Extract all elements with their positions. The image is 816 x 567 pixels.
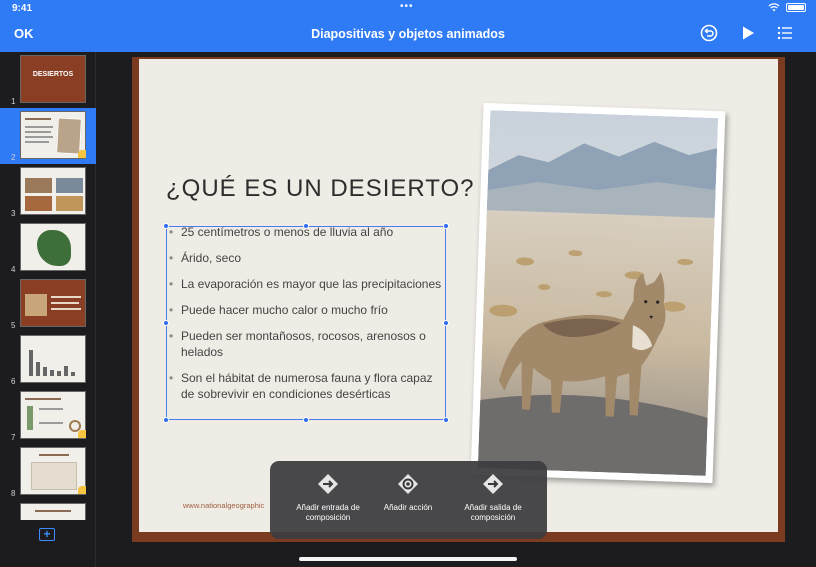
slide-title[interactable]: ¿QUÉ ES UN DESIERTO?: [166, 175, 475, 203]
build-in-icon: [318, 474, 338, 494]
slide-number: 8: [11, 489, 16, 498]
animation-marker: [78, 150, 86, 158]
thumbnail-image: [20, 279, 86, 327]
bullet-item: Son el hábitat de numerosa fauna y flora…: [167, 370, 447, 402]
bullet-item: 25 centímetros o menos de lluvia al año: [167, 224, 447, 240]
slide-thumbnail-2[interactable]: 2: [0, 108, 96, 164]
slide-number: 1: [11, 97, 16, 106]
thumbnail-image: [20, 391, 86, 439]
animation-popup: Añadir entrada de composición Añadir acc…: [270, 461, 547, 539]
resize-handle[interactable]: [303, 417, 309, 423]
photo-image: [477, 110, 719, 476]
wifi-icon: [768, 3, 780, 12]
list-icon[interactable]: [775, 23, 795, 43]
slide-thumbnail-7[interactable]: 7: [0, 388, 96, 444]
action-icon: [398, 474, 418, 494]
animation-marker: [78, 486, 86, 494]
status-time: 9:41: [12, 3, 33, 14]
keynote-window: 9:41 ••• OK Diapositivas y objetos anima…: [0, 0, 816, 567]
thumbnail-image: [20, 223, 86, 271]
slide-navigator: DESIERTOS 1 2 3 4 5 6 7 8: [0, 52, 96, 567]
add-action-button[interactable]: Añadir acción: [363, 472, 453, 513]
top-toolbar: 9:41 ••• OK Diapositivas y objetos anima…: [0, 0, 816, 52]
thumbnail-title: DESIERTOS: [32, 71, 74, 78]
thumbnail-image: [20, 447, 86, 495]
slide-thumbnail-3[interactable]: 3: [0, 164, 96, 220]
resize-handle[interactable]: [443, 417, 449, 423]
battery-icon: [786, 3, 806, 12]
thumbnail-image: [20, 167, 86, 215]
slide-thumbnail-6[interactable]: 6: [0, 332, 96, 388]
thumbnail-image: [20, 335, 86, 383]
bullet-item: Árido, seco: [167, 250, 447, 266]
bullet-item: La evaporación es mayor que las precipit…: [167, 276, 447, 292]
animation-marker: [78, 430, 86, 438]
bullet-item: Puede hacer mucho calor o mucho frío: [167, 302, 447, 318]
slide-thumbnail-1[interactable]: DESIERTOS 1: [0, 52, 96, 108]
slide-number: 5: [11, 321, 16, 330]
toolbar-title: Diapositivas y objetos animados: [311, 27, 505, 41]
build-out-icon: [483, 474, 503, 494]
action-label: Añadir acción: [383, 503, 433, 512]
slide-number: 7: [11, 433, 16, 442]
slide-thumbnail-5[interactable]: 5: [0, 276, 96, 332]
slide-number: 3: [11, 209, 16, 218]
multitasking-dots[interactable]: •••: [400, 1, 414, 12]
slide-thumbnail-4[interactable]: 4: [0, 220, 96, 276]
slide-number: 2: [11, 153, 16, 162]
build-in-label: Añadir entrada de composición: [296, 503, 360, 522]
build-out-label: Añadir salida de composición: [464, 503, 522, 522]
status-icons: [768, 3, 806, 12]
thumbnail-image: DESIERTOS: [20, 55, 86, 103]
bullet-list[interactable]: 25 centímetros o menos de lluvia al año …: [167, 224, 447, 412]
footer-url: www.nationalgeographic: [183, 501, 265, 510]
slide-thumbnail-9[interactable]: [0, 500, 96, 520]
thumbnail-image: [20, 503, 86, 520]
slide-thumbnail-8[interactable]: 8: [0, 444, 96, 500]
thumbnail-image: [20, 111, 86, 159]
add-slide-button[interactable]: +: [39, 528, 55, 541]
bullet-item: Pueden ser montañosos, rocosos, arenosos…: [167, 328, 447, 360]
resize-handle[interactable]: [163, 417, 169, 423]
slide-number: 6: [11, 377, 16, 386]
coyote-photo[interactable]: [470, 102, 726, 484]
home-indicator[interactable]: [299, 557, 517, 561]
play-icon[interactable]: [738, 23, 758, 43]
add-build-in-button[interactable]: Añadir entrada de composición: [283, 472, 373, 523]
slide-number: 4: [11, 265, 16, 274]
undo-icon[interactable]: [699, 23, 719, 43]
add-build-out-button[interactable]: Añadir salida de composición: [448, 472, 538, 523]
